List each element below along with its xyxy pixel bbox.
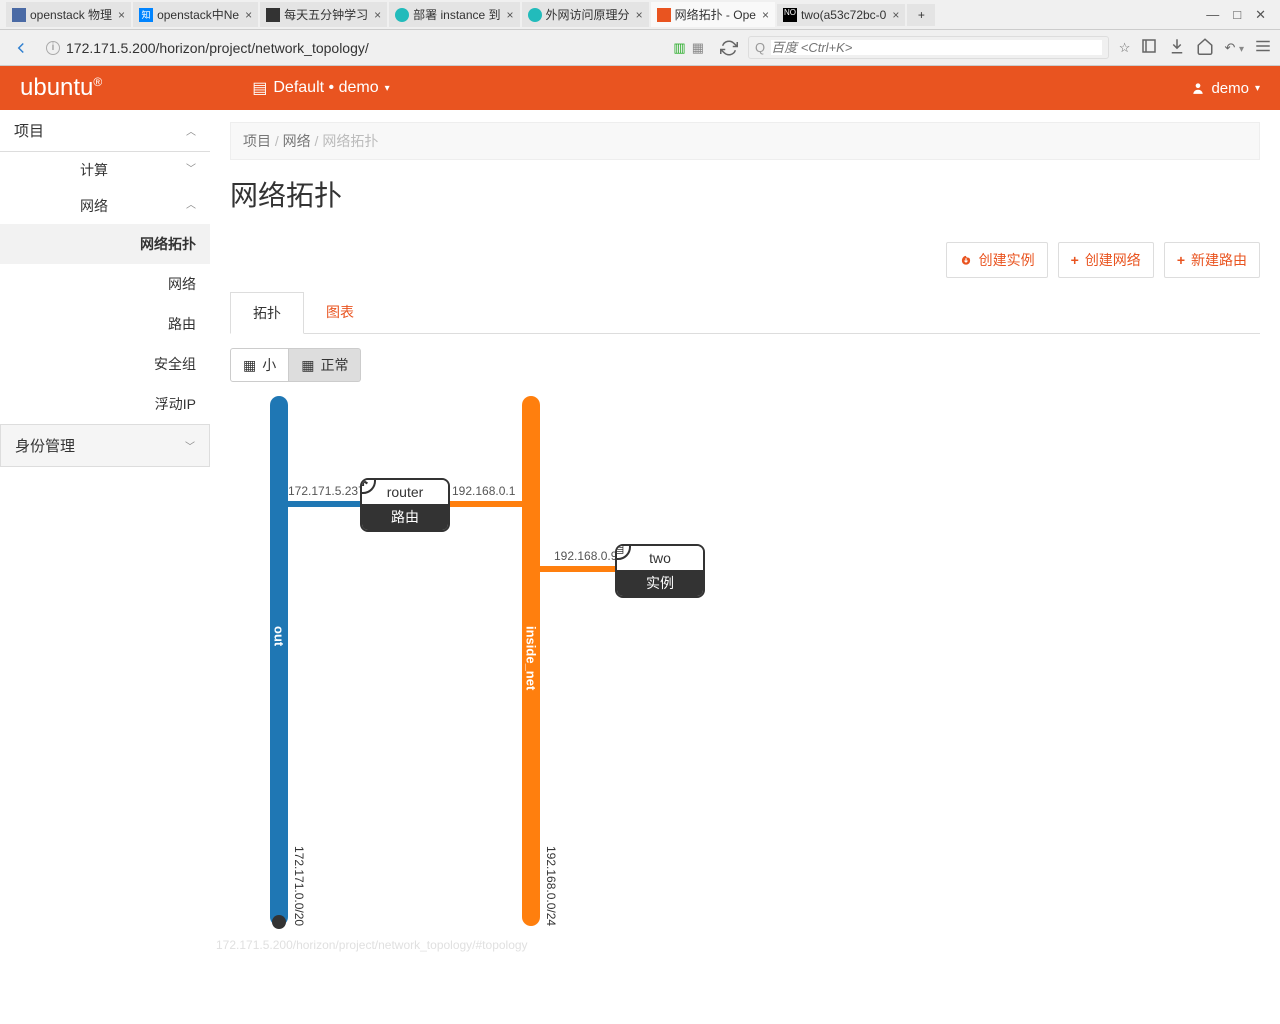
launch-instance-button[interactable]: 创建实例	[946, 242, 1048, 278]
topology-canvas: out 172.171.0.0/20 inside_net 192.168.0.…	[270, 396, 1260, 926]
browser-tab[interactable]: 每天五分钟学习×	[260, 2, 387, 27]
tab-topology[interactable]: 拓扑	[230, 292, 304, 334]
browser-tabs: openstack 物理× 知openstack中Ne× 每天五分钟学习× 部署…	[0, 0, 1280, 30]
close-window-icon[interactable]: ✕	[1255, 7, 1266, 23]
crumb-project[interactable]: 项目	[243, 133, 271, 149]
size-toggle: ▦小 ▦正常	[230, 348, 1260, 382]
maximize-icon[interactable]: □	[1233, 7, 1241, 22]
browser-tab[interactable]: 外网访问原理分×	[522, 2, 649, 27]
browser-tab[interactable]: 部署 instance 到×	[389, 2, 519, 27]
shield-icon[interactable]: ▥	[673, 40, 685, 56]
create-router-button[interactable]: +新建路由	[1164, 242, 1260, 278]
history-icon[interactable]: ↶ ▾	[1224, 40, 1244, 56]
sidebar-sub-network[interactable]: 网络︿	[0, 188, 210, 224]
download-icon[interactable]	[1168, 37, 1186, 58]
globe-icon	[272, 915, 286, 929]
ip-label: 172.171.5.237	[288, 484, 365, 498]
info-icon[interactable]: i	[46, 41, 60, 55]
browser-tab[interactable]: NOtwo(a53c72bc-0×	[777, 4, 905, 26]
grid-icon: ▦	[243, 357, 256, 374]
router-node[interactable]: ✱ router 路由	[360, 478, 450, 532]
link-instance	[536, 566, 616, 572]
sidebar-item-networks[interactable]: 网络	[0, 264, 210, 304]
reload-button[interactable]	[716, 35, 742, 61]
grid-icon: ▦	[301, 357, 314, 374]
page-title: 网络拓扑	[230, 174, 1260, 214]
status-bar: 172.171.5.200/horizon/project/network_to…	[216, 938, 528, 952]
app-header: ubuntu® ▤ Default • demo ▾ demo ▾	[0, 66, 1280, 110]
close-icon[interactable]: ×	[636, 8, 643, 22]
browser-tab-active[interactable]: 网络拓扑 - Ope×	[651, 2, 775, 27]
crumb-current: 网络拓扑	[322, 133, 378, 149]
tab-graph[interactable]: 图表	[304, 292, 376, 333]
size-small-button[interactable]: ▦小	[230, 348, 289, 382]
project-switcher[interactable]: ▤ Default • demo ▾	[252, 78, 389, 98]
bookmark-icon[interactable]: ☆	[1119, 40, 1131, 56]
minimize-icon[interactable]: —	[1206, 7, 1219, 22]
network-out[interactable]: out 172.171.0.0/20	[270, 396, 288, 926]
url-bar[interactable]: i 172.171.5.200/horizon/project/network_…	[40, 37, 710, 59]
home-icon[interactable]	[1196, 37, 1214, 58]
size-normal-button[interactable]: ▦正常	[289, 348, 361, 382]
back-button[interactable]	[8, 35, 34, 61]
sidebar-item-routers[interactable]: 路由	[0, 304, 210, 344]
ip-label: 192.168.0.9	[554, 549, 617, 563]
close-icon[interactable]: ×	[374, 8, 381, 22]
instance-node[interactable]: ▤ two 实例	[615, 544, 705, 598]
search-box[interactable]: Q	[748, 36, 1109, 59]
sidebar: 项目︿ 计算﹀ 网络︿ 网络拓扑 网络 路由 安全组 浮动IP 身份管理﹀	[0, 110, 210, 956]
network-inside[interactable]: inside_net 192.168.0.0/24	[522, 396, 540, 926]
logo: ubuntu®	[20, 74, 102, 102]
new-tab-button[interactable]: +	[907, 4, 935, 26]
close-icon[interactable]: ×	[245, 8, 252, 22]
qr-icon[interactable]: ▦	[692, 40, 704, 56]
user-menu[interactable]: demo ▾	[1191, 80, 1260, 97]
sidebar-panel-identity[interactable]: 身份管理﹀	[0, 424, 210, 467]
sidebar-panel-project[interactable]: 项目︿	[0, 110, 210, 151]
sidebar-item-topology[interactable]: 网络拓扑	[0, 224, 210, 264]
close-icon[interactable]: ×	[118, 8, 125, 22]
link-router-out	[284, 501, 364, 507]
breadcrumb: 项目 / 网络 / 网络拓扑	[230, 122, 1260, 160]
ip-label: 192.168.0.1	[452, 484, 515, 498]
link-router-in	[450, 501, 530, 507]
main-content: 项目 / 网络 / 网络拓扑 网络拓扑 创建实例 +创建网络 +新建路由 拓扑 …	[210, 110, 1280, 956]
crumb-network[interactable]: 网络	[283, 133, 311, 149]
library-icon[interactable]	[1140, 37, 1158, 58]
search-icon: Q	[755, 40, 765, 55]
menu-icon[interactable]	[1254, 37, 1272, 58]
close-icon[interactable]: ×	[892, 8, 899, 22]
browser-tab[interactable]: 知openstack中Ne×	[133, 2, 258, 27]
view-tabs: 拓扑 图表	[230, 292, 1260, 334]
create-network-button[interactable]: +创建网络	[1058, 242, 1154, 278]
browser-tab[interactable]: openstack 物理×	[6, 2, 131, 27]
sidebar-item-secgroups[interactable]: 安全组	[0, 344, 210, 384]
sidebar-sub-compute[interactable]: 计算﹀	[0, 152, 210, 188]
close-icon[interactable]: ×	[762, 8, 769, 22]
sidebar-item-floating[interactable]: 浮动IP	[0, 384, 210, 424]
close-icon[interactable]: ×	[507, 8, 514, 22]
